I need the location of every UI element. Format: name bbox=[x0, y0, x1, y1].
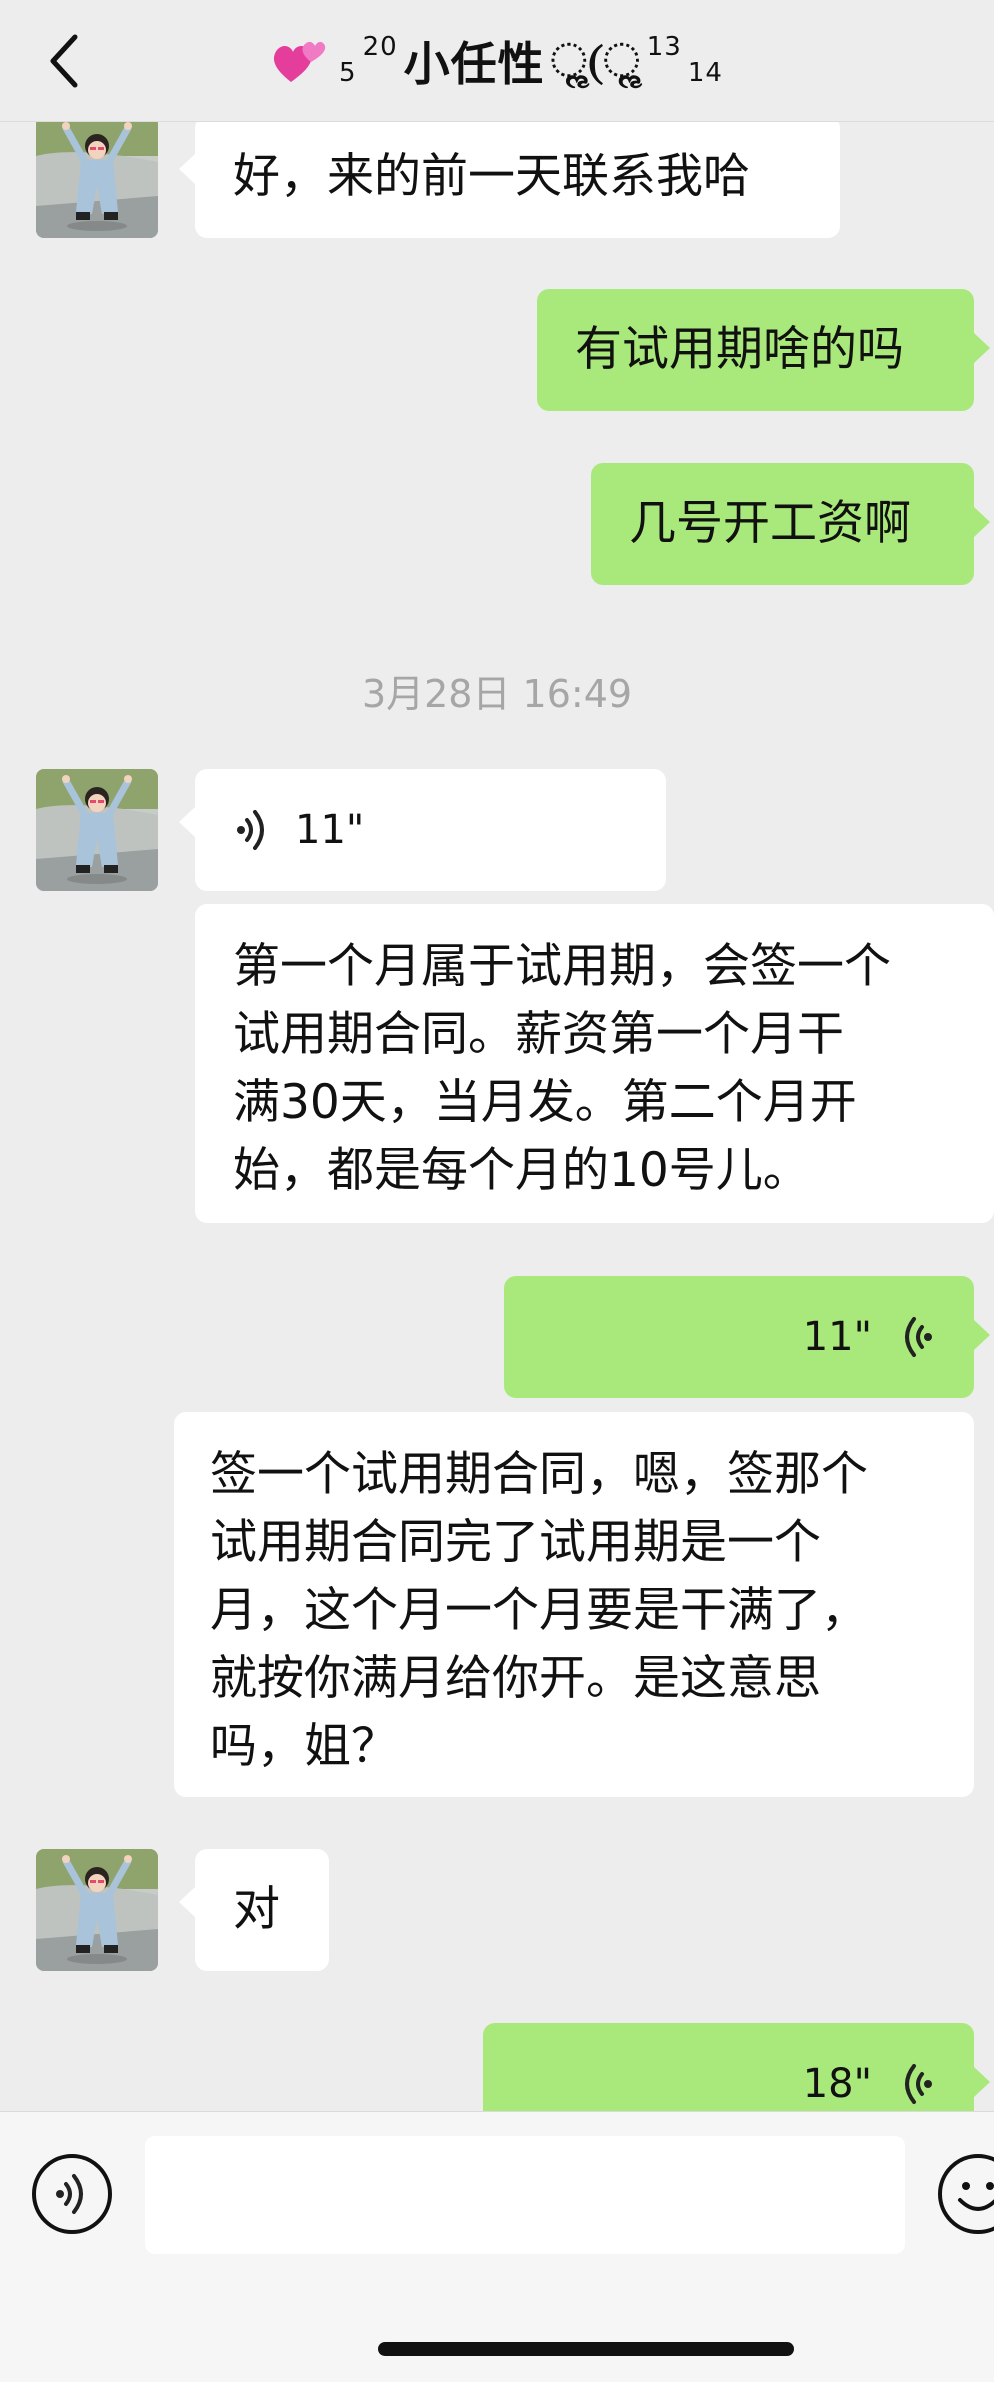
message-line: 月，这个月一个月要是干满了， bbox=[210, 1583, 868, 1638]
message-line: 始，都是每个月的10号儿。 bbox=[233, 1143, 810, 1198]
message-line: 第一个月属于试用期，会签一个 bbox=[233, 939, 891, 994]
voice-wave-icon bbox=[896, 2062, 936, 2106]
message-text: 对 bbox=[233, 1882, 280, 1937]
title-deco-sup: 20 bbox=[362, 31, 398, 62]
message-line: 就按你满月给你开。是这意思 bbox=[210, 1651, 821, 1706]
message-line: 吗，姐？ bbox=[210, 1719, 398, 1774]
message-text: 好，来的前一天联系我哈 bbox=[233, 149, 750, 204]
home-indicator bbox=[378, 2342, 794, 2356]
message-line: 试用期合同。薪资第一个月干 bbox=[233, 1007, 844, 1062]
voice-message-outgoing[interactable]: 11" bbox=[504, 1276, 990, 1398]
voice-duration: 11" bbox=[295, 807, 365, 853]
message-bubble-incoming[interactable]: 对 bbox=[179, 1849, 329, 1971]
contact-avatar[interactable] bbox=[36, 1849, 158, 1971]
message-bubble-incoming[interactable]: 第一个月属于试用期，会签一个 试用期合同。薪资第一个月干 满30天，当月发。第二… bbox=[195, 904, 994, 1223]
title-deco-sub-right: 14 bbox=[687, 57, 723, 88]
message-text: 几号开工资啊 bbox=[629, 496, 911, 551]
voice-message-incoming[interactable]: 11" bbox=[179, 769, 666, 891]
message-bubble-transcript[interactable]: 签一个试用期合同，嗯，签那个 试用期合同完了试用期是一个 月，这个月一个月要是干… bbox=[174, 1412, 974, 1797]
message-line: 试用期合同完了试用期是一个 bbox=[210, 1515, 821, 1570]
message-timestamp: 3月28日 16:49 bbox=[361, 672, 633, 716]
voice-wave-icon bbox=[233, 808, 273, 852]
message-text: 有试用期啥的吗 bbox=[575, 322, 904, 377]
voice-input-icon[interactable] bbox=[32, 2154, 112, 2234]
message-bubble-outgoing[interactable]: 有试用期啥的吗 bbox=[537, 289, 990, 411]
message-input[interactable] bbox=[145, 2136, 905, 2254]
message-line: 满30天，当月发。第二个月开 bbox=[233, 1075, 857, 1130]
emoji-icon[interactable] bbox=[938, 2154, 994, 2234]
title-deco-glyph: ૢ(ૢ bbox=[550, 32, 641, 87]
title-deco-sub: 5 bbox=[339, 57, 357, 88]
message-bubble-incoming[interactable]: 好，来的前一天联系我哈 bbox=[179, 116, 840, 238]
message-bubble-outgoing[interactable]: 几号开工资啊 bbox=[591, 463, 990, 585]
two-hearts-icon bbox=[273, 41, 326, 82]
message-line: 签一个试用期合同，嗯，签那个 bbox=[210, 1447, 868, 1502]
voice-duration: 18" bbox=[802, 2061, 872, 2107]
voice-wave-icon bbox=[896, 1315, 936, 1359]
chevron-left-icon[interactable] bbox=[30, 26, 100, 96]
contact-avatar[interactable] bbox=[36, 769, 158, 891]
voice-duration: 11" bbox=[802, 1314, 872, 1360]
title-deco-sup-right: 13 bbox=[646, 31, 682, 62]
chat-title[interactable]: 5 20 小任性 ૢ(ૢ 13 14 bbox=[271, 28, 723, 94]
contact-avatar[interactable] bbox=[36, 116, 158, 238]
title-name: 小任性 bbox=[403, 36, 545, 91]
chat-header: 5 20 小任性 ૢ(ૢ 13 14 bbox=[0, 0, 994, 122]
